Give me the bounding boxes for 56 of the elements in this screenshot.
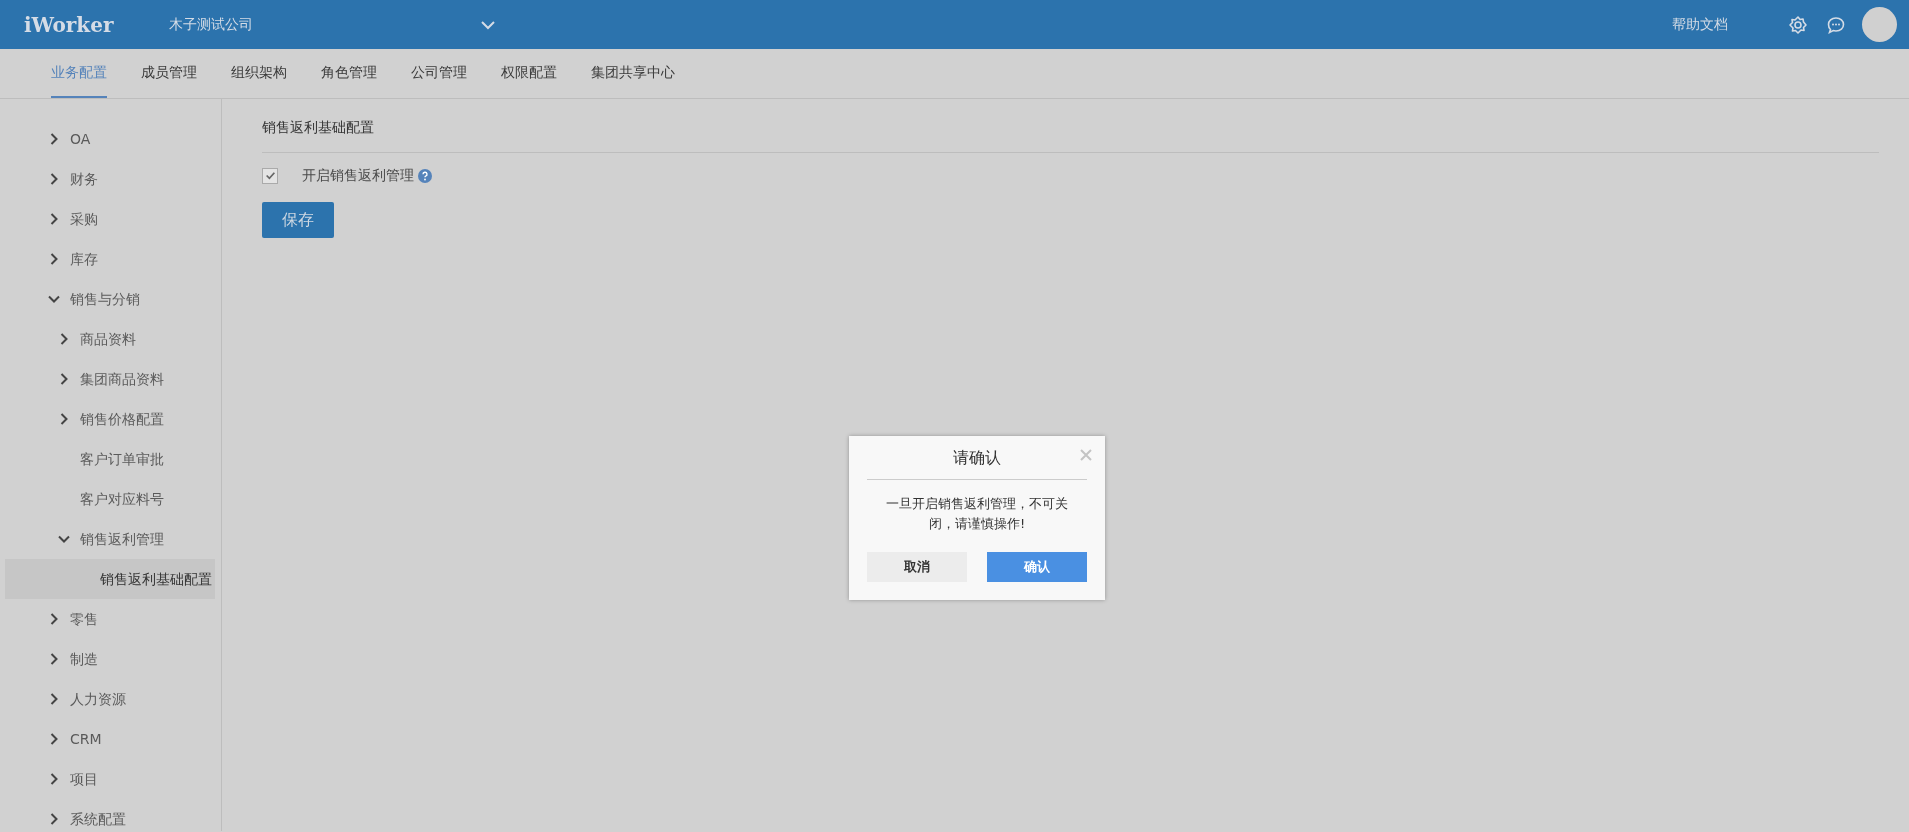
chevron-down-icon[interactable] xyxy=(58,533,70,545)
menu-item[interactable]: 零售 xyxy=(70,608,98,630)
chevron-right-icon[interactable] xyxy=(48,133,60,145)
menu-item[interactable]: 库存 xyxy=(70,248,98,270)
help-icon[interactable] xyxy=(418,168,432,183)
nav-tab[interactable]: 成员管理 xyxy=(141,49,197,98)
menu-item[interactable]: CRM xyxy=(70,728,102,750)
logo: iWorker xyxy=(24,11,114,39)
chevron-right-icon[interactable] xyxy=(48,213,60,225)
chevron-down-icon[interactable] xyxy=(48,293,60,305)
save-button[interactable]: 保存 xyxy=(262,202,334,238)
chevron-right-icon[interactable] xyxy=(58,413,70,425)
nav-tab[interactable]: 公司管理 xyxy=(411,49,467,98)
help-docs-link[interactable]: 帮助文档 xyxy=(1672,14,1728,35)
menu-item[interactable]: 人力资源 xyxy=(70,688,126,710)
chevron-right-icon[interactable] xyxy=(48,693,60,705)
menu-item[interactable]: 销售与分销 xyxy=(70,288,140,310)
dialog-title: 请确认 xyxy=(953,446,1001,469)
menu-item[interactable]: 客户对应料号 xyxy=(80,488,164,510)
menu-item[interactable]: 集团商品资料 xyxy=(80,368,164,390)
chevron-right-icon[interactable] xyxy=(48,173,60,185)
avatar[interactable] xyxy=(1862,7,1897,42)
chevron-right-icon[interactable] xyxy=(48,253,60,265)
chevron-right-icon[interactable] xyxy=(48,813,60,825)
menu-item[interactable]: 制造 xyxy=(70,648,98,670)
nav-tab[interactable]: 集团共享中心 xyxy=(591,49,675,98)
menu-item[interactable]: 销售返利基础配置 xyxy=(5,559,215,599)
menu-item[interactable]: 采购 xyxy=(70,208,98,230)
nav-tab[interactable]: 组织架构 xyxy=(231,49,287,98)
chevron-right-icon[interactable] xyxy=(48,613,60,625)
menu-item[interactable]: 系统配置 xyxy=(70,808,126,830)
section-title: 销售返利基础配置 xyxy=(262,118,375,137)
chevron-right-icon[interactable] xyxy=(58,373,70,385)
menu-item[interactable]: 财务 xyxy=(70,168,98,190)
cancel-button[interactable]: 取消 xyxy=(867,552,967,582)
nav-tab[interactable]: 业务配置 xyxy=(51,49,107,98)
company-selector[interactable]: 木子测试公司 xyxy=(161,14,254,35)
chevron-right-icon[interactable] xyxy=(48,733,60,745)
check-icon xyxy=(264,170,276,181)
chevron-right-icon[interactable] xyxy=(48,773,60,785)
checkbox-label: 开启销售返利管理 xyxy=(302,166,414,185)
chevron-right-icon[interactable] xyxy=(58,333,70,345)
chevron-right-icon[interactable] xyxy=(48,653,60,665)
menu-item[interactable]: 销售返利管理 xyxy=(80,528,164,550)
confirm-button[interactable]: 确认 xyxy=(987,552,1087,582)
menu-item[interactable]: 销售价格配置 xyxy=(80,408,164,430)
chat-icon[interactable] xyxy=(1826,14,1846,35)
dialog-message: 一旦开启销售返利管理，不可关闭，请谨慎操作! xyxy=(885,495,1069,533)
menu-item[interactable]: 商品资料 xyxy=(80,328,136,350)
menu-item[interactable]: 客户订单审批 xyxy=(80,448,164,470)
menu-item[interactable]: OA xyxy=(70,128,91,150)
menu-item[interactable]: 项目 xyxy=(70,768,98,790)
checkbox[interactable] xyxy=(262,167,278,184)
nav-tab[interactable]: 权限配置 xyxy=(501,49,557,98)
nav-tab[interactable]: 角色管理 xyxy=(321,49,377,98)
settings-icon[interactable] xyxy=(1788,14,1808,35)
